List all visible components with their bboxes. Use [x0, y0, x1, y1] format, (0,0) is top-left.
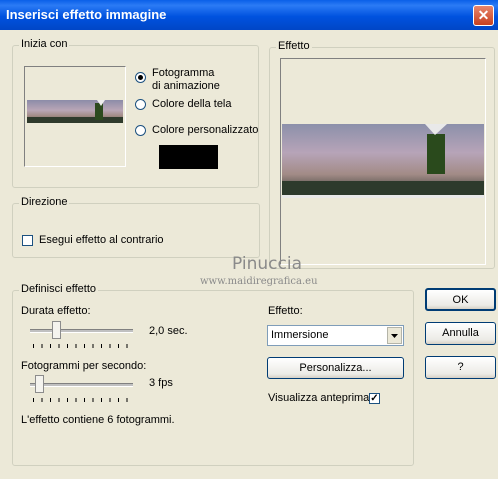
radio-animation-frame[interactable]: [135, 72, 146, 83]
duration-slider-track[interactable]: [30, 329, 133, 333]
fps-label: Fotogrammi per secondo:: [21, 360, 147, 372]
define-effect-label: Definisci effetto: [19, 283, 99, 295]
duration-value: 2,0 sec.: [149, 325, 188, 337]
fps-value: 3 fps: [149, 377, 173, 389]
title-bar[interactable]: Inserisci effetto immagine ✕: [0, 0, 498, 30]
radio-custom-color[interactable]: [135, 125, 146, 136]
custom-color-swatch[interactable]: [159, 145, 218, 169]
preview-label: Visualizza anteprima: [268, 392, 370, 404]
preview-checkbox[interactable]: ✓: [369, 393, 380, 404]
fps-slider-ticks: [33, 398, 132, 402]
reverse-effect-checkbox[interactable]: [22, 235, 33, 246]
fps-slider-track[interactable]: [30, 383, 133, 387]
radio-custom-color-label: Colore personalizzato: [152, 124, 259, 136]
close-icon: ✕: [477, 7, 490, 23]
direction-label: Direzione: [19, 196, 70, 208]
close-button[interactable]: ✕: [473, 5, 494, 26]
cancel-button-label: Annulla: [442, 327, 479, 339]
effect-preview-image: [282, 124, 484, 198]
chevron-down-icon: [391, 334, 398, 338]
effect-preview-pane: [280, 58, 486, 265]
radio-canvas-color-label: Colore della tela: [152, 98, 232, 110]
reverse-effect-label: Esegui effetto al contrario: [39, 234, 164, 246]
effect-type-dropdown-button[interactable]: [387, 327, 402, 344]
duration-slider-thumb[interactable]: [52, 321, 61, 339]
ok-button-label: OK: [452, 294, 469, 306]
watermark-url: www.maidiregrafica.eu: [200, 276, 318, 287]
effect-type-label: Effetto:: [268, 305, 303, 317]
customize-button[interactable]: Personalizza...: [267, 357, 404, 379]
frames-info: L'effetto contiene 6 fotogrammi.: [21, 414, 175, 426]
cancel-button[interactable]: Annulla: [425, 322, 496, 345]
watermark-name: Pinuccia: [232, 254, 302, 274]
duration-label: Durata effetto:: [21, 305, 91, 317]
duration-slider-ticks: [33, 344, 132, 348]
customize-button-label: Personalizza...: [299, 362, 372, 374]
start-with-label: Inizia con: [19, 38, 70, 50]
effect-type-select[interactable]: Immersione: [267, 325, 404, 346]
radio-canvas-color[interactable]: [135, 99, 146, 110]
window-title: Inserisci effetto immagine: [6, 7, 167, 22]
ok-button[interactable]: OK: [425, 288, 496, 311]
help-button-label: ?: [457, 361, 464, 373]
effect-preview-label: Effetto: [276, 40, 312, 52]
thumbnail-image: [27, 100, 123, 123]
radio-animation-frame-label: Fotogramma di animazione: [152, 67, 220, 92]
effect-type-value: Immersione: [271, 329, 329, 341]
direction-group: Direzione: [12, 196, 260, 258]
help-button[interactable]: ?: [425, 356, 496, 379]
start-frame-thumbnail: [24, 66, 126, 167]
fps-slider-thumb[interactable]: [35, 375, 44, 393]
